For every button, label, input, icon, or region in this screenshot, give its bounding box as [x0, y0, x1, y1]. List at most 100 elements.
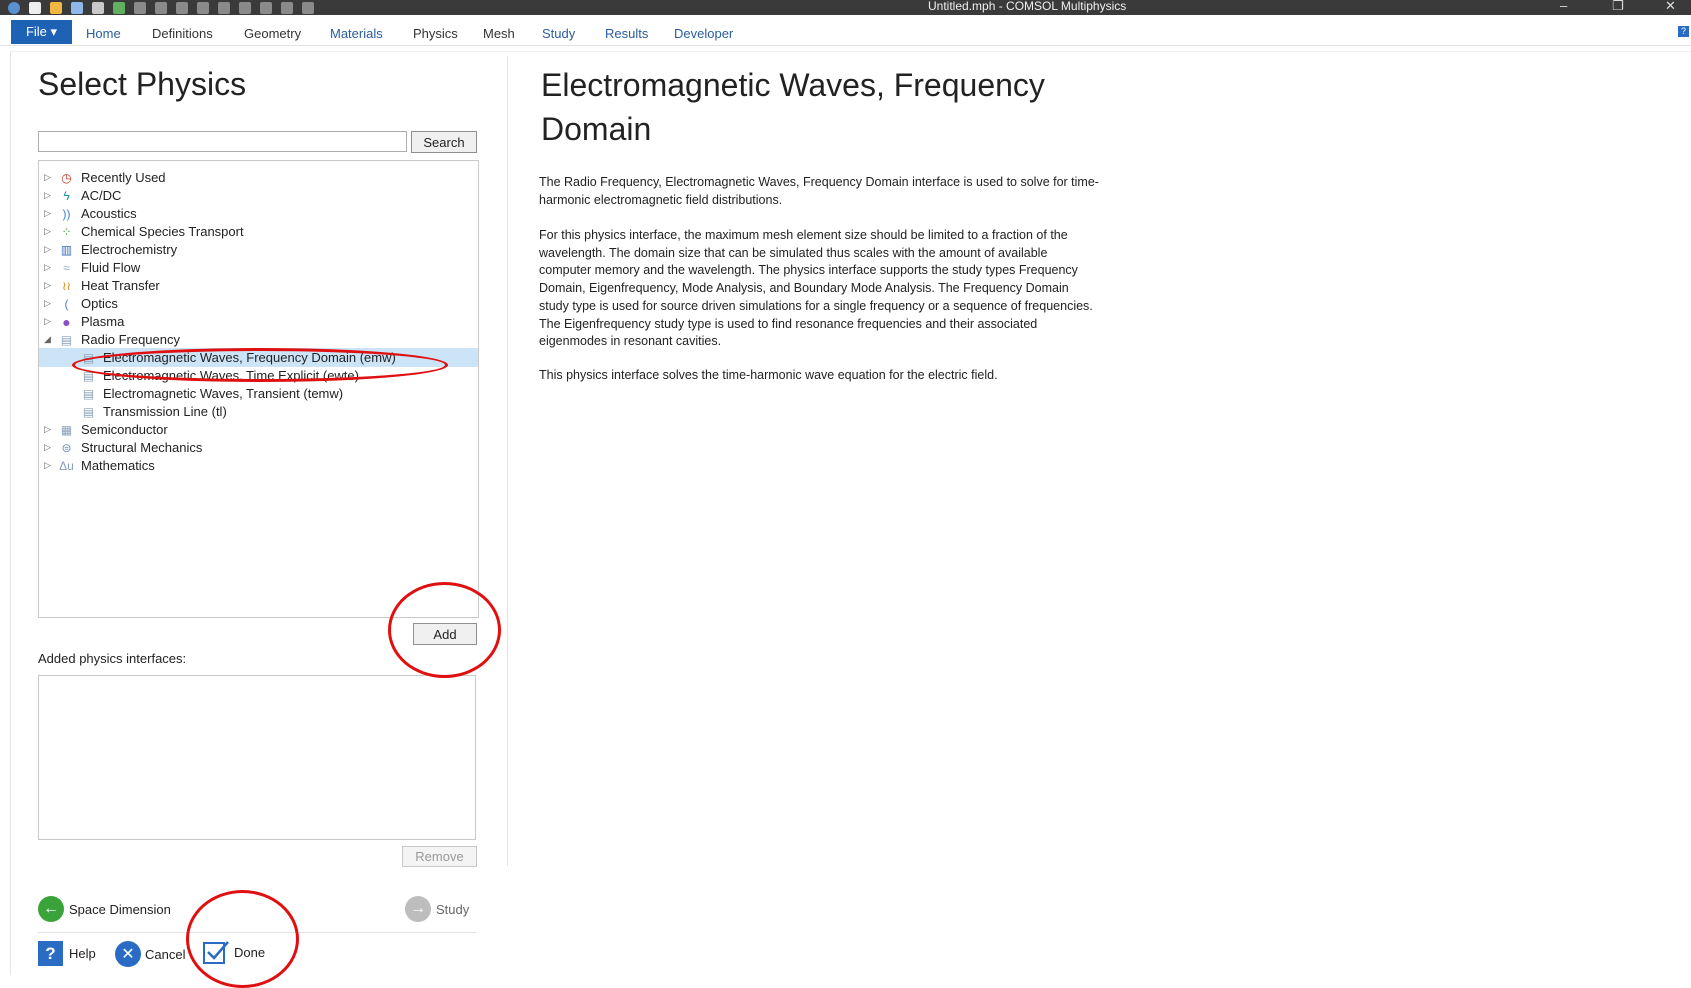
- close-button[interactable]: ✕: [1665, 0, 1676, 14]
- clock-icon: ◷: [61, 170, 72, 185]
- rf-interface-icon: ▤: [82, 404, 95, 419]
- study-button[interactable]: → Study: [405, 896, 469, 922]
- tree-item-label: Acoustics: [81, 206, 137, 221]
- remove-button[interactable]: Remove: [402, 846, 477, 867]
- expand-arrow-icon[interactable]: ▷: [44, 244, 51, 255]
- tab-materials[interactable]: Materials: [330, 26, 383, 41]
- tree-item-label: Recently Used: [81, 170, 166, 185]
- description-paragraph-1: The Radio Frequency, Electromagnetic Wav…: [539, 175, 1099, 207]
- expand-arrow-icon[interactable]: ▷: [44, 280, 51, 291]
- semiconductor-icon: ▦: [60, 422, 73, 437]
- tree-child-item[interactable]: ▤ Electromagnetic Waves, Time Explicit (e…: [39, 366, 478, 385]
- open-icon[interactable]: [50, 1, 62, 14]
- paste-icon[interactable]: [197, 1, 209, 14]
- tree-category-item[interactable]: ▷ ▦ Semiconductor: [39, 420, 478, 439]
- minimize-button[interactable]: –: [1560, 0, 1567, 13]
- quick-access-toolbar: [8, 0, 323, 15]
- title-bar: Untitled.mph - COMSOL Multiphysics – ❐ ✕: [0, 0, 1691, 15]
- acoustics-icon: )): [62, 206, 71, 221]
- rf-interface-icon: ▤: [82, 386, 95, 401]
- expand-arrow-icon[interactable]: ▷: [44, 298, 51, 309]
- tab-study[interactable]: Study: [542, 26, 575, 41]
- study-label: Study: [436, 901, 470, 917]
- tree-item-label: Heat Transfer: [81, 278, 160, 293]
- tree-category-item[interactable]: ▷ ( Optics: [39, 294, 478, 313]
- page-title: Select Physics: [38, 66, 247, 102]
- space-dimension-button[interactable]: ← Space Dimension: [38, 896, 171, 922]
- collapse-arrow-icon[interactable]: ◢: [44, 334, 51, 345]
- tree-category-item[interactable]: ▷ ϟ AC/DC: [39, 186, 478, 205]
- add-button[interactable]: Add: [413, 623, 477, 645]
- cancel-button[interactable]: ✕ Cancel: [115, 941, 185, 967]
- electrochemistry-icon: ▥: [60, 242, 73, 257]
- added-physics-label: Added physics interfaces:: [38, 651, 187, 666]
- optics-icon: (: [64, 296, 69, 311]
- file-menu-button[interactable]: File ▾: [11, 20, 72, 44]
- tree-category-item[interactable]: ▷ ≀≀ Heat Transfer: [39, 276, 478, 295]
- model-icon[interactable]: [92, 1, 104, 14]
- delete-icon[interactable]: [239, 1, 251, 14]
- done-label: Done: [234, 944, 266, 960]
- expand-arrow-icon[interactable]: ▷: [44, 262, 51, 273]
- tree-category-item[interactable]: ▷ ⊜ Structural Mechanics: [39, 438, 478, 457]
- expand-arrow-icon[interactable]: ▷: [44, 460, 51, 471]
- settings-icon[interactable]: [302, 1, 314, 14]
- expand-arrow-icon[interactable]: ▷: [44, 424, 51, 435]
- search-input[interactable]: [38, 131, 407, 152]
- tree-item-label: Fluid Flow: [81, 260, 141, 275]
- fluid-icon: ≈: [63, 260, 70, 275]
- tree-child-item[interactable]: ▤ Electromagnetic Waves, Frequency Domain…: [39, 348, 478, 367]
- tab-home[interactable]: Home: [86, 26, 121, 41]
- tab-developer[interactable]: Developer: [674, 26, 733, 41]
- search-button[interactable]: Search: [411, 131, 477, 153]
- tree-child-item[interactable]: ▤ Transmission Line (tl): [39, 402, 478, 421]
- tab-geometry[interactable]: Geometry: [244, 26, 301, 41]
- undo-icon[interactable]: [134, 1, 146, 14]
- added-physics-list[interactable]: [38, 675, 476, 840]
- structural-icon: ⊜: [61, 440, 72, 455]
- arrow-left-icon: ←: [38, 896, 64, 922]
- tree-category-item[interactable]: ▷)) Acoustics: [39, 204, 478, 223]
- copy-icon[interactable]: [176, 1, 188, 14]
- redo-icon[interactable]: [155, 1, 167, 14]
- tree-category-item[interactable]: ▷ Δu Mathematics: [39, 456, 478, 475]
- expand-arrow-icon[interactable]: ▷: [44, 172, 51, 183]
- tab-results[interactable]: Results: [605, 26, 648, 41]
- tree-item-label: Optics: [81, 296, 118, 311]
- tree-category-item[interactable]: ◢ ▤ Radio Frequency: [39, 330, 478, 349]
- new-file-icon[interactable]: [29, 1, 41, 14]
- tree-category-item[interactable]: ▷ ≈ Fluid Flow: [39, 258, 478, 277]
- help-button[interactable]: ? Help: [38, 941, 96, 966]
- disable-icon[interactable]: [281, 1, 293, 14]
- expand-arrow-icon[interactable]: ▷: [44, 226, 51, 237]
- cancel-x-icon: ✕: [115, 941, 141, 967]
- tree-category-item[interactable]: ▷ ▥ Electrochemistry: [39, 240, 478, 259]
- enable-icon[interactable]: [260, 1, 272, 14]
- tree-category-item[interactable]: ▷ ⁘ Chemical Species Transport: [39, 222, 478, 241]
- tab-definitions[interactable]: Definitions: [152, 26, 213, 41]
- rf-icon: ▤: [60, 332, 73, 347]
- save-icon[interactable]: [71, 1, 83, 14]
- physics-tree[interactable]: ▷ ◷ Recently Used ▷ ϟ AC/DC ▷)) Acoustics ▷ ⁘ Chem…: [38, 160, 479, 618]
- restore-button[interactable]: ❐: [1612, 0, 1624, 14]
- heat-icon: ≀≀: [62, 278, 71, 293]
- tab-mesh[interactable]: Mesh: [483, 26, 515, 41]
- tab-physics[interactable]: Physics: [413, 26, 458, 41]
- tree-child-item[interactable]: ▤ Electromagnetic Waves, Transient (temw): [39, 384, 478, 403]
- tree-category-item[interactable]: ▷ ● Plasma: [39, 312, 478, 331]
- expand-arrow-icon[interactable]: ▷: [44, 208, 51, 219]
- compute-icon[interactable]: [113, 1, 125, 14]
- expand-arrow-icon[interactable]: ▷: [44, 316, 51, 327]
- description-paragraph-2: For this physics interface, the maximum …: [539, 228, 1093, 349]
- help-icon[interactable]: ?: [1678, 26, 1689, 37]
- tree-item-label: Electromagnetic Waves, Time Explicit (ew…: [103, 368, 359, 383]
- done-button[interactable]: Done: [202, 939, 265, 965]
- space-dimension-label: Space Dimension: [69, 901, 171, 917]
- expand-arrow-icon[interactable]: ▷: [44, 190, 51, 201]
- tree-category-item[interactable]: ▷ ◷ Recently Used: [39, 168, 478, 187]
- panel-divider: [507, 56, 508, 866]
- math-icon: Δu: [59, 458, 74, 473]
- duplicate-icon[interactable]: [218, 1, 230, 14]
- tree-item-label: Mathematics: [81, 458, 155, 473]
- expand-arrow-icon[interactable]: ▷: [44, 442, 51, 453]
